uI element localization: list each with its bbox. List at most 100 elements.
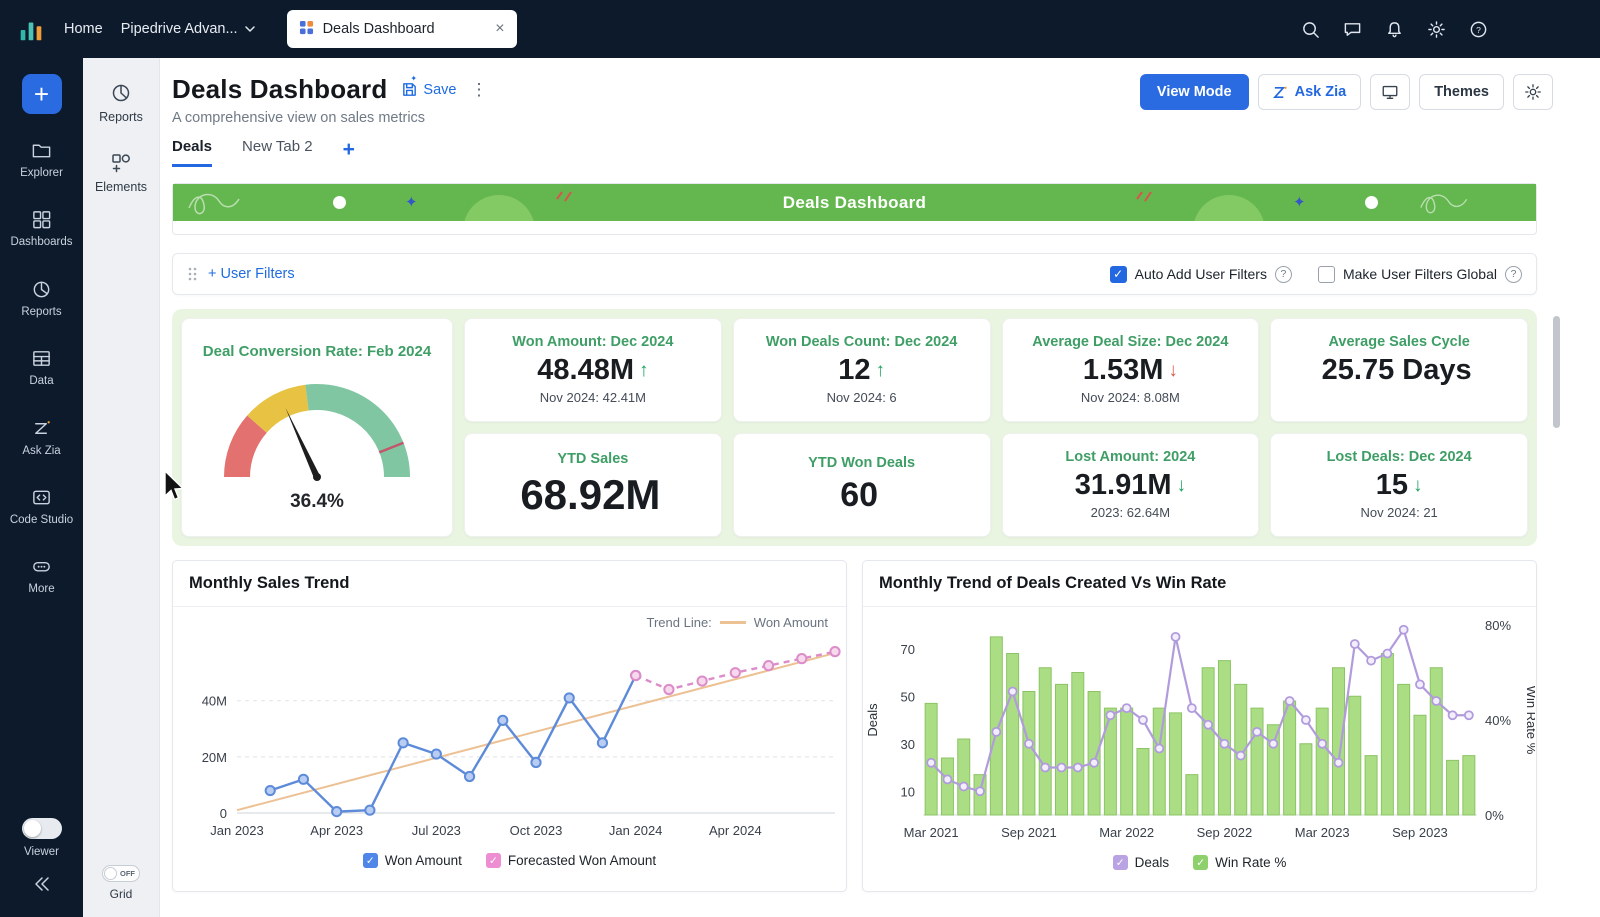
auto-add-user-filters-label: Auto Add User Filters — [1135, 266, 1267, 282]
close-icon[interactable]: × — [495, 21, 504, 37]
ask-zia-button[interactable]: Ask Zia — [1258, 74, 1362, 110]
dashboards-grid-icon — [31, 209, 52, 230]
help-circle-icon[interactable]: ? — [1505, 266, 1522, 283]
sidebar-item-reports[interactable]: Reports — [0, 269, 83, 329]
topbar-actions: ? — [1301, 20, 1600, 39]
grid-toggle[interactable]: OFF — [102, 865, 140, 882]
create-new-button[interactable]: + — [22, 74, 62, 114]
banner-widget[interactable]: ✦ Deals Dashboard ✦ — [172, 183, 1537, 235]
trend-arrow-icon: ↑ — [876, 360, 886, 382]
viewer-toggle-label: Viewer — [24, 846, 59, 858]
view-mode-button[interactable]: View Mode — [1140, 74, 1249, 110]
doc-tab-label: Deals Dashboard — [323, 21, 435, 37]
trend-arrow-icon: ↓ — [1168, 360, 1178, 382]
sidebar-item-explorer[interactable]: Explorer — [0, 130, 83, 190]
user-filters-bar: + User Filters ✓ Auto Add User Filters ?… — [172, 253, 1537, 295]
banner: ✦ Deals Dashboard ✦ — [173, 184, 1536, 221]
comments-icon[interactable] — [1343, 20, 1362, 39]
checkbox-icon[interactable]: ✓ — [486, 853, 501, 868]
main-area: Deals Dashboard ✦ Save ⋮ A comprehensive… — [160, 58, 1600, 917]
bar-line-chart: 103050700%40%80%DealsWin Rate %Mar 2021S… — [863, 609, 1535, 849]
search-icon[interactable] — [1301, 20, 1320, 39]
chart-legend: ✓ Deals ✓ Win Rate % — [863, 855, 1536, 870]
reports-icon — [110, 82, 132, 104]
viewer-toggle[interactable] — [22, 818, 62, 839]
settings-gear-icon[interactable] — [1427, 20, 1446, 39]
svg-text:Oct 2023: Oct 2023 — [510, 823, 563, 838]
dashboard-doc-tab[interactable]: Deals Dashboard × — [287, 10, 517, 48]
secondary-sidebar: Reports Elements OFF Grid — [83, 58, 160, 917]
gear-icon — [1524, 83, 1542, 101]
gauge-title: Deal Conversion Rate: Feb 2024 — [203, 343, 431, 361]
legend-deals[interactable]: ✓ Deals — [1113, 855, 1170, 870]
more-options-icon[interactable]: ⋮ — [470, 80, 487, 100]
checkbox-icon[interactable]: ✓ — [1193, 855, 1208, 870]
svg-text:40%: 40% — [1485, 713, 1511, 728]
tab-new-tab-2[interactable]: New Tab 2 — [242, 138, 313, 167]
add-tab-button[interactable]: + — [343, 138, 355, 167]
dashboard-tabs: Deals New Tab 2 + — [172, 138, 1600, 167]
themes-button[interactable]: Themes — [1419, 74, 1504, 110]
gauge-widget[interactable]: Deal Conversion Rate: Feb 2024 36.4% — [181, 318, 453, 537]
help-icon[interactable]: ? — [1469, 20, 1488, 39]
svg-text:30: 30 — [901, 737, 915, 752]
nav-home[interactable]: Home — [64, 21, 103, 37]
kpi-card-average-deal-size[interactable]: Average Deal Size: Dec 2024 1.53M↓ Nov 2… — [1002, 318, 1260, 422]
trend-line-legend: Trend Line: Won Amount — [647, 615, 828, 630]
table-icon — [31, 348, 52, 369]
gauge-value: 36.4% — [290, 491, 344, 513]
panel-item-elements[interactable]: Elements — [95, 152, 147, 194]
deals-vs-win-rate-widget[interactable]: Monthly Trend of Deals Created Vs Win Ra… — [862, 560, 1537, 892]
svg-text:70: 70 — [901, 642, 915, 657]
collapse-sidebar-icon[interactable] — [32, 874, 52, 899]
svg-text:Mar 2022: Mar 2022 — [1099, 825, 1154, 840]
kpi-card-ytd-sales[interactable]: YTD Sales 68.92M — [464, 433, 722, 537]
svg-text:Sep 2023: Sep 2023 — [1392, 825, 1448, 840]
make-user-filters-global-checkbox[interactable]: ✓ — [1318, 266, 1335, 283]
checkbox-icon[interactable]: ✓ — [1113, 855, 1128, 870]
svg-text:Sep 2022: Sep 2022 — [1197, 825, 1253, 840]
kpi-card-won-amount[interactable]: Won Amount: Dec 2024 48.48M↑ Nov 2024: 4… — [464, 318, 722, 422]
trend-arrow-icon: ↓ — [1413, 475, 1423, 497]
sidebar-item-ask-zia[interactable]: Ask Zia — [0, 408, 83, 468]
sidebar-item-code-studio[interactable]: Code Studio — [0, 477, 83, 537]
notifications-bell-icon[interactable] — [1385, 20, 1404, 39]
kpi-widgets-area: Deal Conversion Rate: Feb 2024 36.4% Won… — [172, 309, 1537, 546]
vertical-scrollbar[interactable] — [1553, 316, 1560, 428]
svg-text:?: ? — [1476, 24, 1481, 34]
kpi-card-won-deals-count[interactable]: Won Deals Count: Dec 2024 12↑ Nov 2024: … — [733, 318, 991, 422]
kpi-card-ytd-won-deals[interactable]: YTD Won Deals 60 — [733, 433, 991, 537]
elements-icon — [110, 152, 132, 174]
sidebar-item-dashboards[interactable]: Dashboards — [0, 199, 83, 259]
app-logo[interactable] — [16, 14, 46, 44]
chevron-down-icon — [245, 26, 255, 32]
kpi-card-average-sales-cycle[interactable]: Average Sales Cycle 25.75 Days — [1270, 318, 1528, 422]
sidebar-item-data[interactable]: Data — [0, 338, 83, 398]
monthly-sales-trend-widget[interactable]: Monthly Sales Trend Trend Line: Won Amou… — [172, 560, 847, 892]
add-user-filters-button[interactable]: + User Filters — [208, 266, 295, 282]
svg-text:20M: 20M — [202, 750, 227, 765]
checkbox-icon[interactable]: ✓ — [363, 853, 378, 868]
svg-text:Jul 2023: Jul 2023 — [412, 823, 461, 838]
svg-text:Jan 2024: Jan 2024 — [609, 823, 663, 838]
help-circle-icon[interactable]: ? — [1275, 266, 1292, 283]
drag-handle-icon[interactable] — [187, 266, 197, 282]
save-button[interactable]: ✦ Save — [401, 81, 456, 98]
nav-workspace[interactable]: Pipedrive Advan... — [121, 21, 255, 37]
tab-deals[interactable]: Deals — [172, 138, 212, 167]
kpi-card-lost-amount[interactable]: Lost Amount: 2024 31.91M↓ 2023: 62.64M — [1002, 433, 1260, 537]
svg-text:Sep 2021: Sep 2021 — [1001, 825, 1057, 840]
kpi-card-lost-deals[interactable]: Lost Deals: Dec 2024 15↓ Nov 2024: 21 — [1270, 433, 1528, 537]
legend-win-rate[interactable]: ✓ Win Rate % — [1193, 855, 1286, 870]
auto-add-user-filters-checkbox[interactable]: ✓ — [1110, 266, 1127, 283]
sidebar-item-more[interactable]: More — [0, 546, 83, 606]
legend-won-amount[interactable]: ✓ Won Amount — [363, 853, 462, 868]
panel-item-reports[interactable]: Reports — [99, 82, 143, 124]
trend-arrow-icon: ↓ — [1176, 475, 1186, 497]
primary-sidebar: + Explorer Dashboards Reports Data Ask Z… — [0, 58, 83, 917]
present-mode-button[interactable] — [1370, 74, 1410, 110]
legend-forecasted-won-amount[interactable]: ✓ Forecasted Won Amount — [486, 853, 656, 868]
dashboard-settings-button[interactable] — [1513, 74, 1553, 110]
grid-toggle-label: Grid — [110, 887, 133, 901]
svg-text:Apr 2024: Apr 2024 — [709, 823, 762, 838]
